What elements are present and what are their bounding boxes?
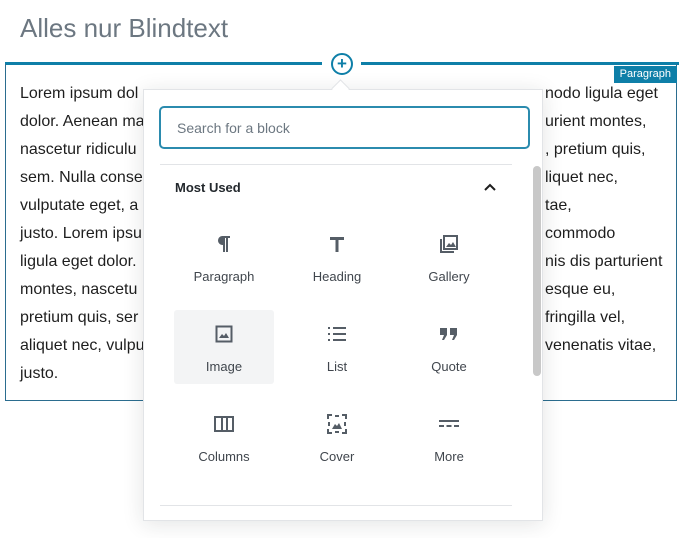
add-block-plus-icon[interactable]: + — [331, 53, 353, 75]
cover-icon — [287, 413, 387, 435]
block-item-heading[interactable]: Heading — [287, 220, 387, 294]
quote-icon — [399, 323, 499, 345]
block-label: Paragraph — [193, 269, 255, 284]
chevron-up-icon[interactable] — [483, 181, 497, 193]
gallery-icon — [399, 233, 499, 255]
block-label: More — [434, 449, 464, 464]
list-icon — [287, 323, 387, 345]
scrollbar-thumb[interactable] — [533, 166, 541, 376]
block-label: Columns — [198, 449, 250, 464]
panel-title-most-used[interactable]: Most Used — [175, 180, 241, 195]
heading-icon — [287, 233, 387, 255]
block-label: Cover — [319, 449, 355, 464]
block-item-columns[interactable]: Columns — [174, 400, 274, 474]
paragraph-icon — [174, 233, 274, 255]
block-search-input[interactable] — [160, 107, 529, 148]
block-item-gallery[interactable]: Gallery — [399, 220, 499, 294]
post-title[interactable]: Alles nur Blindtext — [20, 13, 228, 44]
block-item-paragraph[interactable]: Paragraph — [174, 220, 274, 294]
block-item-quote[interactable]: Quote — [399, 310, 499, 384]
block-label: Heading — [312, 269, 362, 284]
block-item-cover[interactable]: Cover — [287, 400, 387, 474]
block-inserter-popover: Most Used Paragraph Heading Gallery — [143, 89, 543, 521]
image-icon — [174, 323, 274, 345]
more-icon — [399, 413, 499, 435]
block-label: List — [326, 359, 348, 374]
block-item-list[interactable]: List — [287, 310, 387, 384]
block-label: Gallery — [428, 269, 470, 284]
block-item-more[interactable]: More — [399, 400, 499, 474]
divider — [160, 164, 512, 165]
columns-icon — [174, 413, 274, 435]
block-item-image[interactable]: Image — [174, 310, 274, 384]
block-label: Quote — [431, 359, 467, 374]
block-label: Image — [205, 359, 243, 374]
divider — [160, 505, 512, 506]
